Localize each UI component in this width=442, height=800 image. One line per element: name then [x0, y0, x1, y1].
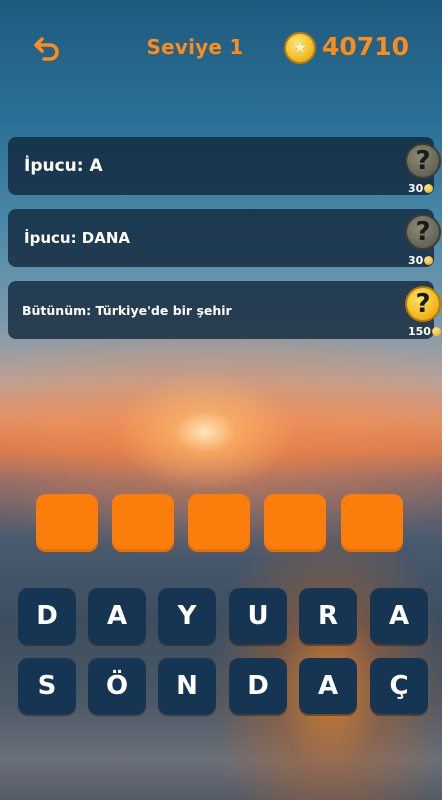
letter-key[interactable]: Y — [158, 588, 216, 644]
coin-icon — [424, 255, 434, 265]
hint-price-value: 30 — [408, 253, 424, 267]
back-arrow-icon — [34, 37, 59, 61]
coin-icon — [424, 183, 434, 193]
hint-price: 150 — [408, 324, 441, 338]
letter-key[interactable]: D — [229, 658, 287, 714]
hint-row-1: İpucu: A — [8, 137, 434, 195]
hint-price: 30 — [408, 253, 434, 267]
level-title: Seviye 1 — [146, 35, 244, 59]
hint-row-3: Bütünüm: Türkiye'de bir şehir — [8, 281, 434, 339]
letter-key[interactable]: A — [299, 658, 357, 714]
answer-slot[interactable] — [36, 494, 98, 552]
letter-key[interactable]: A — [88, 588, 146, 644]
letter-key[interactable]: D — [18, 588, 76, 644]
question-mark-icon[interactable]: ? — [405, 286, 441, 322]
back-button[interactable] — [30, 30, 66, 66]
answer-slot[interactable] — [188, 494, 250, 552]
question-mark-icon[interactable]: ? — [405, 143, 441, 179]
answer-slot[interactable] — [264, 494, 326, 552]
letter-key[interactable]: Ç — [370, 658, 428, 714]
letter-key[interactable]: N — [158, 658, 216, 714]
star-coin-icon: ★ — [284, 32, 316, 64]
letter-key[interactable]: U — [229, 588, 287, 644]
question-mark-icon[interactable]: ? — [405, 214, 441, 250]
hint-price-value: 30 — [408, 181, 424, 195]
answer-slot[interactable] — [341, 494, 403, 552]
hint-row-2: İpucu: DANA — [8, 209, 434, 267]
coin-icon — [431, 326, 441, 336]
hint-text: Bütünüm: Türkiye'de bir şehir — [22, 302, 232, 318]
hint-text: İpucu: A — [24, 156, 103, 176]
letter-key[interactable]: A — [370, 588, 428, 644]
answer-slot[interactable] — [112, 494, 174, 552]
hint-text: İpucu: DANA — [24, 229, 131, 247]
coin-balance: 40710 — [322, 32, 409, 61]
letter-key[interactable]: S — [18, 658, 76, 714]
letter-key[interactable]: Ö — [88, 658, 146, 714]
hint-price: 30 — [408, 181, 434, 195]
hint-price-value: 150 — [408, 324, 431, 338]
letter-key[interactable]: R — [299, 588, 357, 644]
